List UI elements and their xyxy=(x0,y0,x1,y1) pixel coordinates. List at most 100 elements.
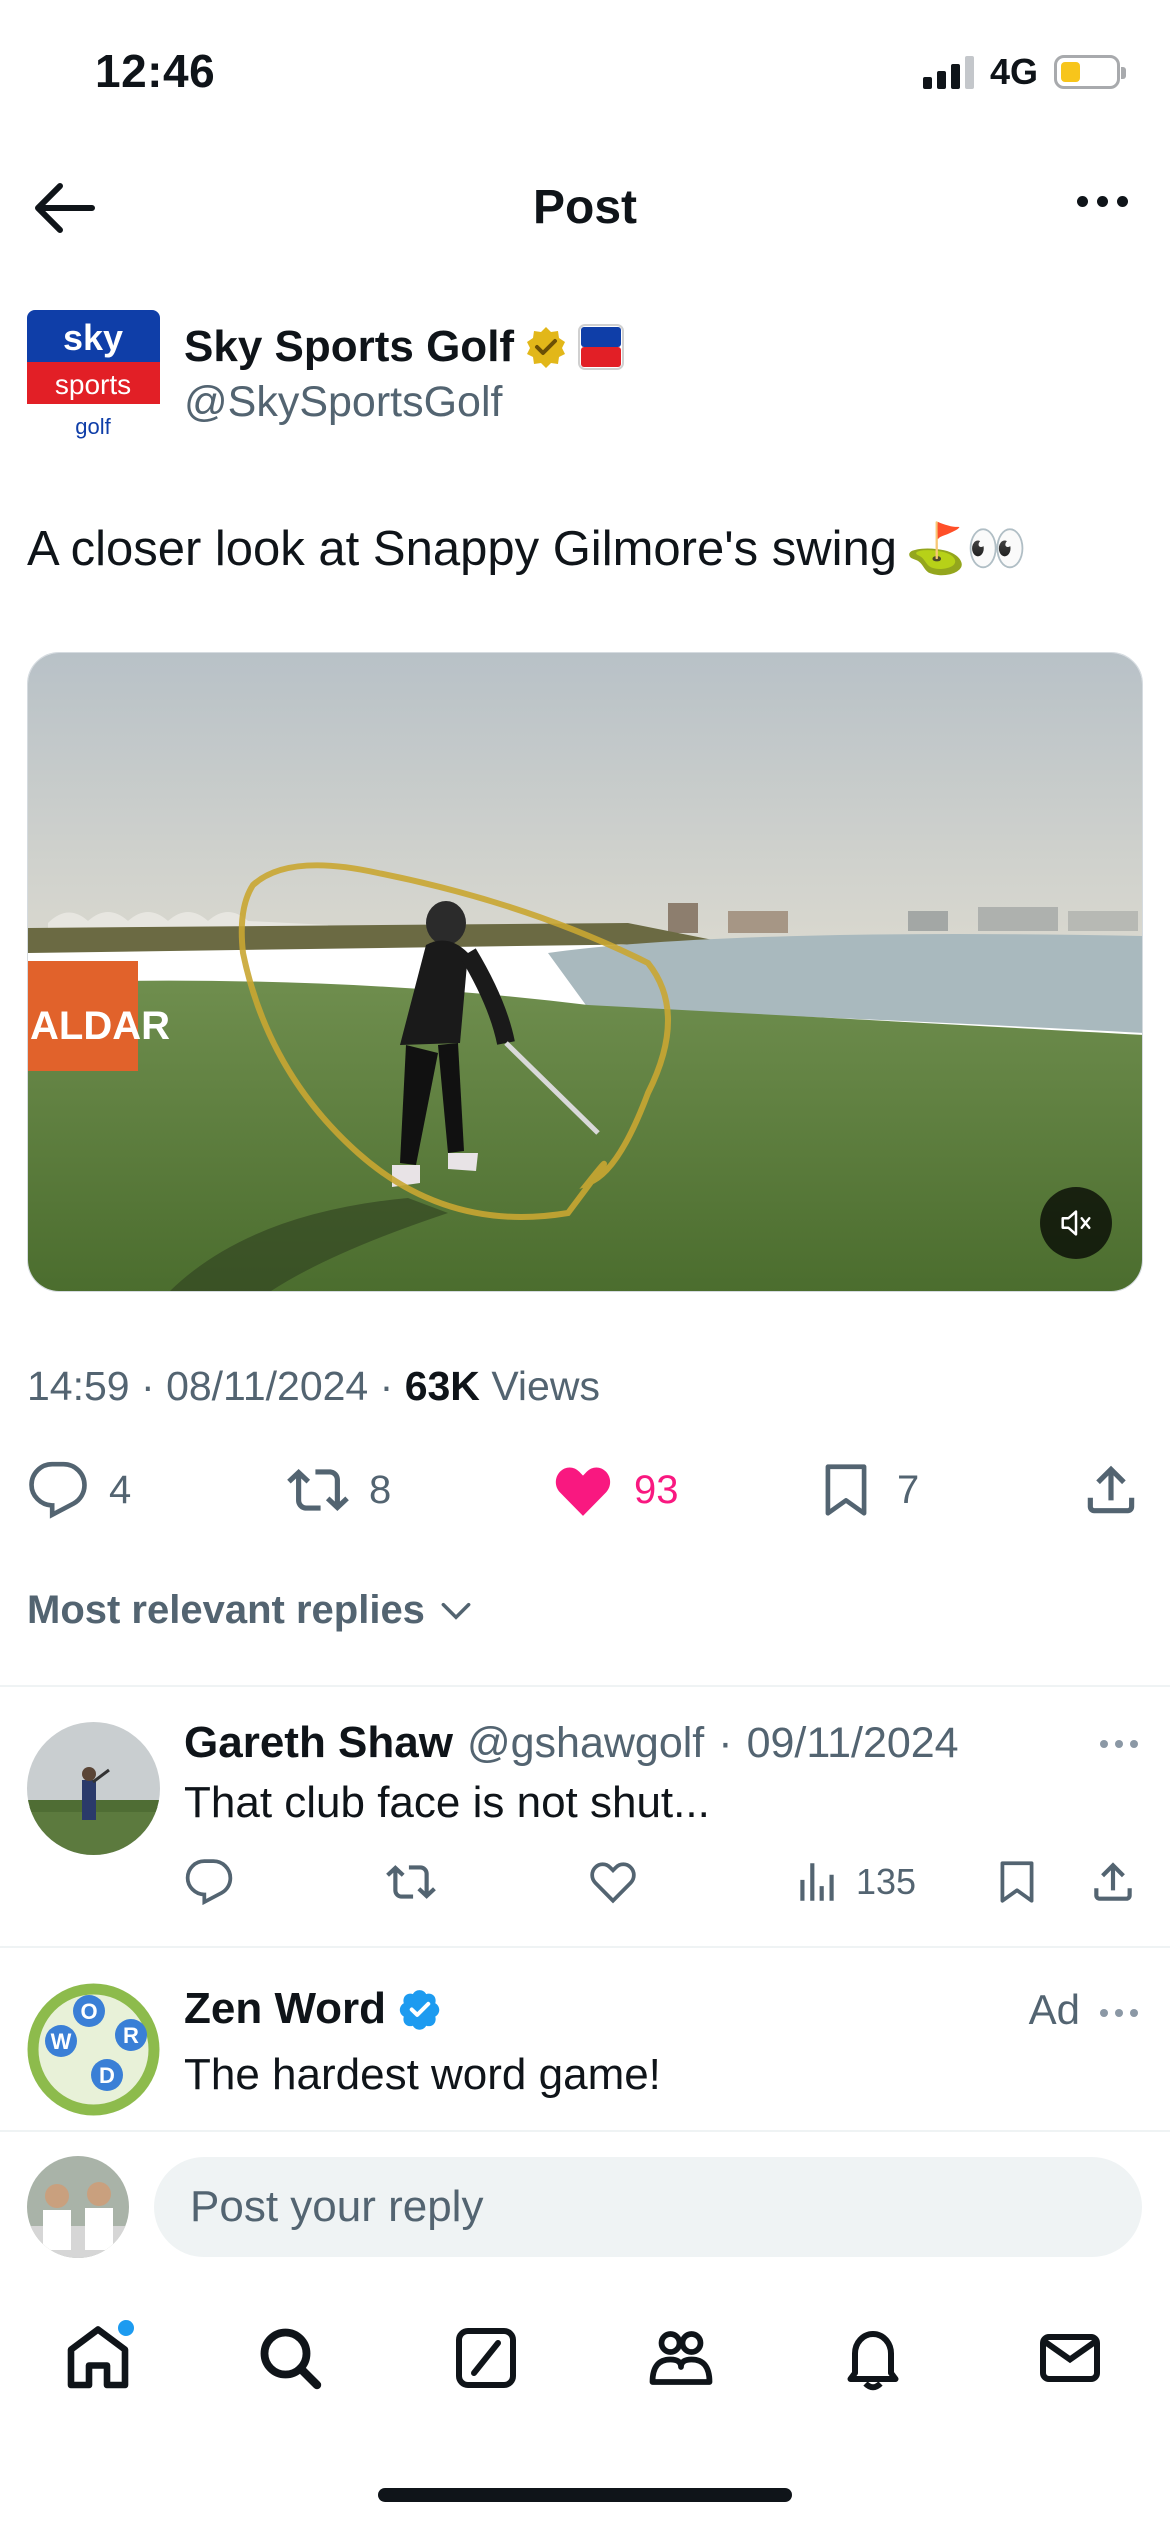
divider xyxy=(0,2130,1170,2132)
svg-text:sky: sky xyxy=(63,317,123,358)
nav-search[interactable] xyxy=(250,2318,330,2398)
my-avatar-photo xyxy=(27,2156,129,2258)
cellular-signal-icon xyxy=(922,55,974,89)
nav-messages[interactable] xyxy=(1030,2318,1110,2398)
reply-avatar-photo xyxy=(27,1722,160,1855)
reply-more-button[interactable] xyxy=(1100,1740,1138,1748)
like-count: 93 xyxy=(634,1467,679,1512)
verified-gold-badge-icon[interactable] xyxy=(524,325,568,369)
sky-sports-golf-logo: sky sports golf xyxy=(27,310,160,443)
ad-avatar[interactable]: O R W D xyxy=(27,1983,160,2116)
svg-text:R: R xyxy=(123,2023,139,2048)
svg-text:W: W xyxy=(51,2029,72,2054)
dot xyxy=(1115,2009,1123,2017)
ad-label: Ad xyxy=(1028,1986,1080,2033)
reply-date[interactable]: 09/11/2024 xyxy=(747,1719,959,1768)
dot xyxy=(1077,196,1088,207)
heart-filled-icon xyxy=(555,1467,611,1516)
reply-comment-button[interactable] xyxy=(184,1852,234,1912)
zen-word-logo: O R W D xyxy=(27,1983,160,2116)
author-handle[interactable]: @SkySportsGolf xyxy=(184,378,502,427)
ad-header: Zen Word xyxy=(184,1984,442,2034)
dot xyxy=(1100,1740,1108,1748)
replies-sort-dropdown[interactable]: Most relevant replies xyxy=(27,1588,475,1633)
verified-badge-icon[interactable] xyxy=(398,1987,442,2031)
dot xyxy=(1130,2009,1138,2017)
comment-icon xyxy=(185,1859,233,1906)
author-name[interactable]: Sky Sports Golf xyxy=(184,322,514,372)
bookmark-count: 7 xyxy=(897,1467,920,1512)
svg-text:O: O xyxy=(80,1999,97,2024)
reply-input[interactable] xyxy=(154,2157,1142,2257)
share-action-button[interactable] xyxy=(1080,1455,1142,1525)
divider xyxy=(0,1946,1170,1948)
share-icon xyxy=(1087,1465,1135,1514)
replies-sort-label[interactable]: Most relevant replies xyxy=(27,1588,425,1633)
nav-communities[interactable] xyxy=(641,2318,721,2398)
tweet-text: A closer look at Snappy Gilmore's swing … xyxy=(27,520,1027,577)
reply-author-name[interactable]: Gareth Shaw xyxy=(184,1718,453,1768)
like-action-button[interactable]: 93 xyxy=(552,1455,679,1525)
ad-author-name[interactable]: Zen Word xyxy=(184,1984,386,2034)
speaker-muted-icon xyxy=(1061,1210,1091,1236)
repost-icon xyxy=(386,1865,436,1899)
chevron-down-icon xyxy=(441,1602,471,1620)
reply-count: 4 xyxy=(109,1467,132,1512)
analytics-icon xyxy=(800,1863,834,1901)
svg-text:ALDAR: ALDAR xyxy=(30,1004,170,1048)
nav-grok[interactable] xyxy=(446,2318,526,2398)
reply-author-handle[interactable]: @gshawgolf xyxy=(467,1719,704,1768)
notifications-icon xyxy=(847,2331,899,2391)
dot xyxy=(1117,196,1128,207)
nav-home[interactable] xyxy=(58,2318,138,2398)
bookmark-icon xyxy=(825,1464,867,1516)
bookmark-action-button[interactable]: 7 xyxy=(815,1455,919,1525)
author-name-row[interactable]: Sky Sports Golf xyxy=(184,322,625,372)
reply-header: Gareth Shaw @gshawgolf · 09/11/2024 xyxy=(184,1718,959,1768)
page-title: Post xyxy=(532,181,637,234)
communities-icon xyxy=(649,2331,713,2385)
status-time: 12:46 xyxy=(95,45,216,97)
heart-icon xyxy=(590,1862,636,1904)
golf-swing-video-frame: ALDAR xyxy=(28,653,1142,1291)
reply-action-button[interactable]: 4 xyxy=(27,1455,131,1525)
author-avatar[interactable]: sky sports golf xyxy=(27,310,160,443)
messages-icon xyxy=(1040,2334,1100,2382)
nav-notifications[interactable] xyxy=(833,2318,913,2398)
my-avatar[interactable] xyxy=(27,2156,129,2258)
views-label: Views xyxy=(491,1363,600,1409)
reply-repost-button[interactable] xyxy=(386,1852,436,1912)
svg-text:golf: golf xyxy=(75,414,111,439)
reply-like-button[interactable] xyxy=(588,1852,638,1912)
grok-icon xyxy=(456,2328,516,2388)
search-icon xyxy=(260,2328,322,2390)
notification-dot xyxy=(118,2320,134,2336)
tweet-text-body: A closer look at Snappy Gilmore's swing xyxy=(27,521,897,576)
tweet-video[interactable]: ALDAR xyxy=(27,652,1143,1292)
reply-bookmark-button[interactable] xyxy=(992,1852,1042,1912)
more-options-button[interactable] xyxy=(1077,196,1128,207)
status-indicators: 4G xyxy=(922,51,1126,92)
tweet-date: 08/11/2024 xyxy=(166,1363,369,1409)
reply-share-button[interactable] xyxy=(1088,1852,1138,1912)
sky-sports-affiliate-badge-icon[interactable] xyxy=(578,324,625,370)
home-indicator xyxy=(378,2488,792,2502)
dot xyxy=(1097,196,1108,207)
reply-text: That club face is not shut... xyxy=(184,1778,710,1827)
mute-toggle-button[interactable] xyxy=(1040,1187,1112,1259)
dot xyxy=(1100,2009,1108,2017)
divider xyxy=(0,1685,1170,1687)
battery-icon xyxy=(1054,55,1126,89)
repost-count: 8 xyxy=(369,1467,392,1512)
repost-action-button[interactable]: 8 xyxy=(287,1455,391,1525)
tweet-meta: 14:59 · 08/11/2024 · 63K Views xyxy=(27,1363,600,1410)
share-icon xyxy=(1094,1862,1132,1901)
separator: · xyxy=(718,1719,733,1767)
svg-text:sports: sports xyxy=(55,369,131,400)
bookmark-icon xyxy=(1000,1861,1034,1903)
ad-more-button[interactable] xyxy=(1100,2009,1138,2017)
dot xyxy=(1115,1740,1123,1748)
repost-icon xyxy=(287,1469,349,1511)
reply-avatar[interactable] xyxy=(27,1722,160,1855)
reply-views-button[interactable]: 135 xyxy=(792,1852,916,1912)
